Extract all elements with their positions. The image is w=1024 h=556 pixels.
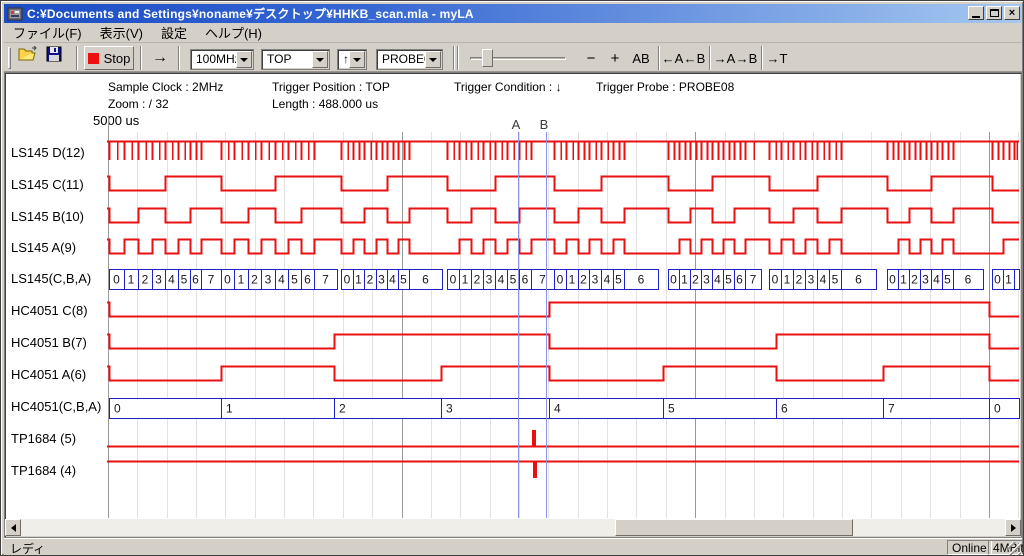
- goto-cursor-b-right-button[interactable]: →B: [736, 47, 757, 69]
- sample-clock-value: 100MHz: [196, 52, 241, 66]
- trigger-condition-info: Trigger Condition : ↓: [454, 80, 562, 94]
- arrow-left-icon: [11, 524, 16, 532]
- scroll-left-button[interactable]: [5, 519, 21, 536]
- menu-help[interactable]: ヘルプ(H): [196, 21, 271, 44]
- maximize-button[interactable]: [986, 6, 1002, 20]
- toolbar-separator: [457, 46, 459, 70]
- zoom-in-button[interactable]: +: [606, 47, 624, 69]
- status-bar: レディ Online 4MBit: [4, 538, 1022, 555]
- trigger-probe-info: Trigger Probe : PROBE08: [596, 80, 734, 94]
- toolbar-separator: [178, 46, 180, 70]
- run-arrow-icon: →: [152, 49, 168, 67]
- chevron-down-icon: [240, 58, 248, 62]
- signal-label: LS145(C,B,A): [11, 271, 91, 286]
- scroll-right-button[interactable]: [1005, 519, 1021, 536]
- time-scale-label: 5000 us: [93, 113, 139, 128]
- app-icon: [7, 6, 23, 22]
- zoom-slider[interactable]: [466, 47, 570, 69]
- cursor-ab-button[interactable]: AB: [628, 47, 654, 69]
- close-button[interactable]: ×: [1004, 6, 1020, 20]
- minimize-icon: [972, 16, 980, 18]
- trigger-position-value: TOP: [267, 52, 291, 66]
- maximize-icon: [990, 9, 999, 17]
- signal-label: TP1684 (4): [11, 463, 76, 478]
- trigger-position-select[interactable]: TOP: [261, 49, 330, 70]
- signal-label: LS145 D(12): [11, 145, 85, 160]
- signal-label: HC4051 A(6): [11, 367, 86, 382]
- sample-clock-info: Sample Clock : 2MHz: [108, 80, 223, 94]
- signal-label: LS145 A(9): [11, 240, 76, 255]
- toolbar: Stop → 100MHz TOP ↑ PROBE00: [4, 44, 1022, 72]
- sample-clock-select[interactable]: 100MHz: [190, 49, 254, 70]
- waveform-panel: [4, 72, 1022, 538]
- signal-label: LS145 B(10): [11, 209, 84, 224]
- menu-settings[interactable]: 設定: [152, 21, 196, 44]
- stop-button[interactable]: Stop: [84, 46, 134, 70]
- signal-label: LS145 C(11): [11, 177, 84, 192]
- zoom-info: Zoom : / 32: [108, 97, 169, 111]
- toolbar-separator: [658, 46, 660, 70]
- status-online-badge: Online: [947, 540, 992, 555]
- window-title: C:¥Documents and Settings¥noname¥デスクトップ¥…: [27, 5, 474, 22]
- goto-cursor-a-left-button[interactable]: ←A: [662, 47, 683, 69]
- goto-cursor-a-right-button[interactable]: →A: [714, 47, 735, 69]
- menu-file[interactable]: ファイル(F): [4, 21, 91, 44]
- open-folder-icon: [18, 46, 38, 62]
- save-floppy-icon: [46, 46, 62, 62]
- minimize-button[interactable]: [968, 6, 984, 20]
- open-file-button[interactable]: [18, 46, 44, 70]
- status-ready-text: レディ: [10, 540, 45, 556]
- toolbar-separator: [453, 46, 455, 70]
- resize-grip[interactable]: [1008, 542, 1021, 555]
- menu-view[interactable]: 表示(V): [91, 21, 152, 44]
- trigger-position-info: Trigger Position : TOP: [272, 80, 390, 94]
- app-window: C:¥Documents and Settings¥noname¥デスクトップ¥…: [0, 0, 1024, 556]
- chevron-down-icon: [353, 58, 361, 62]
- stop-icon: [88, 53, 99, 64]
- goto-trigger-button[interactable]: →T: [766, 47, 788, 69]
- trigger-probe-select[interactable]: PROBE00: [376, 49, 443, 70]
- arrow-right-icon: [1011, 524, 1016, 532]
- signal-label: HC4051 B(7): [11, 335, 87, 350]
- chevron-down-icon: [429, 58, 437, 62]
- signal-label: HC4051(C,B,A): [11, 399, 101, 414]
- signal-label: TP1684 (5): [11, 431, 76, 446]
- toolbar-separator: [140, 46, 142, 70]
- signal-label: HC4051 C(8): [11, 303, 88, 318]
- chevron-down-icon: [316, 58, 324, 62]
- zoom-out-button[interactable]: −: [582, 47, 600, 69]
- run-button[interactable]: →: [146, 46, 174, 70]
- length-info: Length : 488.000 us: [272, 97, 378, 111]
- toolbar-grip[interactable]: [8, 47, 11, 69]
- horizontal-scrollbar[interactable]: [5, 519, 1021, 536]
- toolbar-separator: [709, 46, 711, 70]
- save-button[interactable]: [46, 46, 72, 70]
- dropdown-button[interactable]: [425, 51, 441, 68]
- close-icon: ×: [1009, 8, 1015, 19]
- menu-bar: ファイル(F) 表示(V) 設定 ヘルプ(H): [4, 23, 1022, 43]
- zoom-slider-thumb[interactable]: [482, 49, 493, 67]
- goto-cursor-b-left-button[interactable]: ←B: [684, 47, 705, 69]
- stop-label: Stop: [104, 51, 131, 66]
- toolbar-separator: [761, 46, 763, 70]
- dropdown-button[interactable]: [236, 51, 252, 68]
- toolbar-separator: [76, 46, 78, 70]
- trigger-edge-select[interactable]: ↑: [337, 49, 367, 70]
- scrollbar-thumb[interactable]: [615, 519, 853, 536]
- dropdown-button[interactable]: [312, 51, 328, 68]
- dropdown-button[interactable]: [349, 51, 365, 68]
